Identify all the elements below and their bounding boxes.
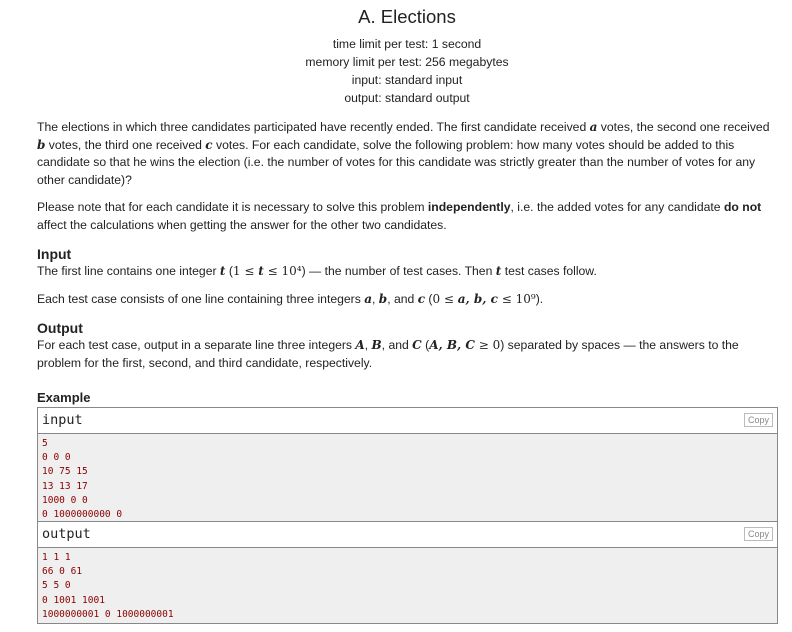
sample-input-label: input <box>42 412 83 428</box>
problem-statement: The elections in which three candidates … <box>37 119 777 382</box>
text-segment: For each test case, output in a separate… <box>37 338 356 352</box>
problem-title: A. Elections <box>358 6 456 27</box>
math-expression: a <box>364 291 373 306</box>
input-section-title: Input <box>37 246 72 262</box>
text-segment: test cases follow. <box>501 264 597 278</box>
sample-line: 10 75 15 <box>42 466 88 478</box>
math-expression: A <box>355 338 365 352</box>
input-paragraph: The first line contains one integer t (1… <box>37 263 777 281</box>
text-segment: affect the calculations when getting the… <box>37 217 447 232</box>
text-segment: Each test case consists of one line cont… <box>37 291 365 306</box>
bold-text: do not <box>723 200 762 214</box>
sample-line: 0 0 0 <box>42 452 71 464</box>
problem-header: A. Elections time limit per test: 1 seco… <box>0 6 792 107</box>
sample-line: 13 13 17 <box>42 480 88 492</box>
sample-line: 5 <box>42 438 48 449</box>
input-file: input: standard input <box>351 73 463 87</box>
memory-limit: memory limit per test: 256 megabytes <box>305 55 509 69</box>
text-segment: votes, the second one received <box>597 120 770 134</box>
output-paragraph: For each test case, output in a separate… <box>37 337 777 372</box>
sample-input[interactable]: 5 0 0 0 10 75 15 13 13 17 1000 0 0 0 10000000… <box>38 434 777 522</box>
math-expression: c <box>205 137 213 152</box>
math-expression: c <box>417 291 425 306</box>
input-paragraph: Each test case consists of one line cont… <box>37 291 777 309</box>
math-expression: ≥ 0 <box>474 338 501 352</box>
bold-text: independently <box>427 200 511 214</box>
sample-line: 1000000001 0 1000000001 <box>42 608 174 620</box>
text-segment: Please note that for each candidate it i… <box>37 200 428 214</box>
time-limit: time limit per test: 1 second <box>332 37 482 51</box>
sample-line: 0 1001 1001 <box>42 594 105 606</box>
sample-input-header: input Copy <box>38 408 777 434</box>
text-segment: ( <box>225 264 233 278</box>
example-title: Example <box>37 390 91 405</box>
text-segment: , and <box>387 291 418 306</box>
math-expression: ≤ 10⁹ <box>497 291 536 306</box>
text-segment: ). <box>535 291 544 306</box>
sample-output-label: output <box>42 526 91 542</box>
sample-line: 1000 0 0 <box>42 494 88 506</box>
text-segment: The elections in which three candidates … <box>37 120 590 134</box>
output-file: output: standard output <box>344 91 470 105</box>
text-segment: ) — the number of test cases. Then <box>301 264 496 278</box>
math-expression: 1 ≤ <box>232 264 259 278</box>
legend: The elections in which three candidates … <box>37 119 777 234</box>
text-segment: , <box>372 291 379 306</box>
legend-paragraph: The elections in which three candidates … <box>37 119 777 189</box>
math-expression: C <box>412 338 422 352</box>
sample-line: 66 0 61 <box>42 566 83 578</box>
math-expression: 0 ≤ <box>432 291 458 306</box>
sample-output[interactable]: 1 1 1 66 0 61 5 5 0 0 1001 1001 1000000001 0… <box>38 548 777 623</box>
sample-line: 5 5 0 <box>42 580 71 592</box>
sample-output-header: output Copy <box>38 522 777 548</box>
text-segment: votes, the third one received <box>45 137 206 152</box>
text-segment: , i.e. the added votes for any candidate <box>510 200 724 214</box>
legend-paragraph: Please note that for each candidate it i… <box>37 199 777 234</box>
text-segment: The first line contains one integer <box>37 264 220 278</box>
output-specification: Output For each test case, output in a s… <box>37 320 777 372</box>
output-section-title: Output <box>37 320 83 336</box>
copy-input-button[interactable]: Copy <box>743 413 773 427</box>
math-expression: b <box>378 291 388 306</box>
sample-line: 1 1 1 <box>42 552 71 563</box>
text-segment: , <box>364 338 372 352</box>
sample-line: 0 1000000000 0 <box>42 509 123 521</box>
math-expression: a, b, c <box>457 291 498 306</box>
sample-test: input Copy 5 0 0 0 10 75 15 13 13 17 1000 0 … <box>37 407 778 624</box>
math-expression: ≤ 10⁴ <box>263 264 302 278</box>
math-expression: B <box>371 338 382 352</box>
math-expression: A, B, C <box>429 338 475 352</box>
copy-output-button[interactable]: Copy <box>743 527 773 541</box>
input-specification: Input The first line contains one intege… <box>37 246 777 308</box>
text-segment: , and <box>381 338 413 352</box>
